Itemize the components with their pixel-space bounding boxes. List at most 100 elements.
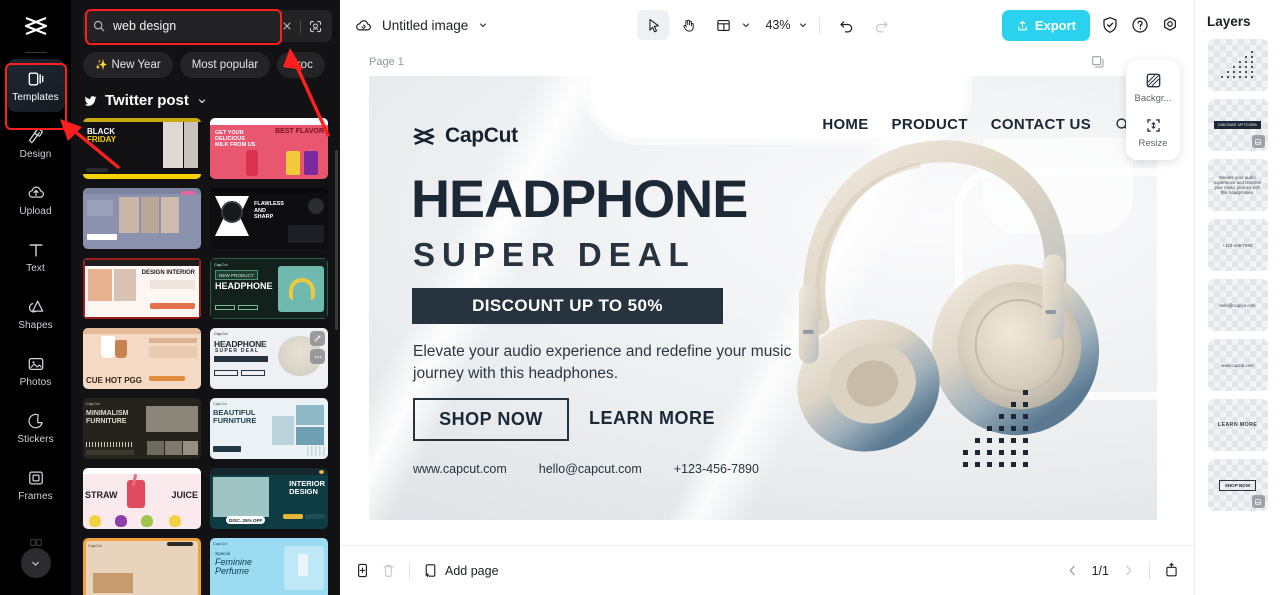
template-card[interactable]: CapCut BEAUTIFUL FURNITURE — [210, 398, 328, 459]
template-card[interactable]: INTERIOR DESIGN DISC. 25% OFF — [210, 468, 328, 529]
close-icon — [283, 22, 291, 30]
layer-dots-pattern[interactable] — [1207, 39, 1268, 91]
design-icon — [28, 127, 43, 143]
visual-search-button[interactable] — [308, 19, 323, 34]
category-header[interactable]: Twitter post — [71, 78, 340, 118]
cloud-sync-icon — [356, 19, 371, 30]
template-card[interactable]: FLAWLESS AND SHARP — [210, 188, 328, 249]
template-card[interactable]: BEST FLAVOR GET YOUR DELICIOUS MILK FROM U… — [210, 118, 328, 179]
sidebar-item-design[interactable]: Design — [7, 116, 65, 169]
undo-button[interactable] — [830, 10, 862, 40]
bottombar-right: 1/1 — [1065, 562, 1180, 579]
layer-website-text[interactable]: www.capcut.com — [1207, 339, 1268, 391]
chip-most-popular[interactable]: Most popular — [179, 52, 271, 78]
bottombar-left: Add page — [354, 562, 499, 579]
export-button[interactable]: Export — [1001, 9, 1090, 41]
design-brand[interactable]: CapCut — [411, 124, 518, 148]
design-discount-text: DISCOUNT UP TO 50% — [472, 296, 663, 315]
gear-icon — [1164, 17, 1176, 31]
sidebar-item-stickers[interactable]: Stickers — [7, 401, 65, 454]
ai-edit-button[interactable] — [310, 331, 325, 346]
collapse-panel-button[interactable] — [1163, 562, 1180, 579]
background-button[interactable]: Backgr... — [1126, 68, 1180, 107]
next-page-button[interactable] — [1121, 563, 1136, 578]
shield-button[interactable] — [1100, 15, 1120, 35]
layer-text: LEARN MORE — [1217, 422, 1258, 428]
layer-shop-now[interactable]: SHOP NOW — [1207, 459, 1268, 511]
layer-description-text[interactable]: Elevate your audio experience and redefi… — [1207, 159, 1268, 211]
template-card[interactable]: STRAW JUICE — [83, 468, 201, 529]
rail-divider — [24, 52, 47, 53]
template-card[interactable]: CapCut NEW PRODUCT HEADPHONE — [210, 258, 328, 319]
resize-button[interactable]: Resize — [1126, 113, 1180, 152]
layer-learn-more[interactable]: LEARN MORE — [1207, 399, 1268, 451]
layer-image-badge[interactable] — [1251, 495, 1265, 508]
duplicate-page-button[interactable] — [354, 562, 371, 579]
template-card[interactable]: CapCut HEADPHONE SUPER DEAL — [210, 328, 328, 389]
hand-tool-button[interactable] — [672, 10, 704, 40]
layout-icon — [716, 19, 730, 31]
prev-page-button[interactable] — [1065, 563, 1080, 578]
template-card[interactable]: DESIGN INTERIOR — [83, 258, 201, 319]
chevron-down-icon — [743, 23, 749, 27]
sidebar-item-label: Stickers — [17, 433, 54, 445]
template-card[interactable] — [83, 188, 201, 249]
sidebar-item-frames[interactable]: Frames — [7, 458, 65, 511]
sidebar-item-shapes[interactable]: Shapes — [7, 287, 65, 340]
layers-panel: Layers DISCOUNT UP TO 50% Elevate your a… — [1194, 0, 1280, 595]
settings-button[interactable] — [1160, 15, 1180, 35]
rail-expand-button[interactable] — [20, 548, 51, 578]
search-input[interactable] — [113, 19, 274, 33]
sidebar-item-templates[interactable]: Templates — [6, 59, 65, 112]
sidebar-item-upload[interactable]: Upload — [7, 173, 65, 226]
capcut-logo[interactable] — [0, 0, 71, 52]
select-tool-button[interactable] — [637, 10, 669, 40]
chevron-down-icon — [480, 23, 487, 27]
template-card[interactable]: CapCut — [83, 538, 201, 595]
chip-products[interactable]: Proc — [277, 52, 325, 78]
design-learn-more-button[interactable]: LEARN MORE — [589, 408, 715, 429]
layer-email-text[interactable]: hello@capcut.com — [1207, 279, 1268, 331]
design-nav-contact[interactable]: CONTACT US — [991, 116, 1091, 133]
layout-tool-button[interactable] — [707, 10, 739, 40]
add-page-button[interactable]: Add page — [422, 562, 499, 579]
layer-discount-banner[interactable]: DISCOUNT UP TO 50% — [1207, 99, 1268, 151]
artboard[interactable]: CapCut HOME PRODUCT CONTACT US HEADPHONE… — [369, 76, 1157, 520]
layer-text: Elevate your audio experience and redefi… — [1213, 175, 1262, 195]
design-nav-product[interactable]: PRODUCT — [892, 116, 968, 133]
layout-tool-group[interactable] — [707, 10, 752, 40]
more-options-button[interactable] — [310, 349, 325, 364]
sidebar-item-text[interactable]: Text — [7, 230, 65, 283]
template-card[interactable]: BLACK FRIDAY — [83, 118, 201, 179]
chip-new-year[interactable]: ✨ New Year — [83, 52, 173, 78]
headphones-image[interactable] — [781, 134, 1099, 474]
templates-icon — [28, 71, 43, 86]
zoom-control[interactable]: 43% — [763, 18, 809, 32]
document-title[interactable]: Untitled image — [354, 16, 489, 35]
layer-image-badge[interactable] — [1251, 135, 1265, 148]
design-shop-now-button[interactable]: SHOP NOW — [413, 398, 569, 441]
duplicate-page-button[interactable] — [1090, 54, 1106, 75]
layer-phone-text[interactable]: +123-456-7890 — [1207, 219, 1268, 271]
design-description[interactable]: Elevate your audio experience and redefi… — [413, 341, 813, 385]
delete-page-button[interactable] — [380, 562, 397, 579]
design-email[interactable]: hello@capcut.com — [539, 462, 642, 476]
template-card[interactable]: CUE HOT PGG — [83, 328, 201, 389]
template-card[interactable]: CapCut MINIMALISM FURNITURE — [83, 398, 201, 459]
clear-search-button[interactable] — [281, 20, 293, 32]
panel-scrollbar[interactable] — [335, 150, 338, 330]
template-card[interactable]: CapCut Special Feminine Perfume — [210, 538, 328, 595]
sidebar-item-label: Templates — [12, 91, 59, 103]
dots-pattern[interactable] — [957, 390, 1035, 478]
design-phone[interactable]: +123-456-7890 — [674, 462, 759, 476]
help-button[interactable] — [1130, 15, 1150, 35]
design-website[interactable]: www.capcut.com — [413, 462, 507, 476]
design-headline[interactable]: HEADPHONE — [411, 173, 748, 226]
sidebar-item-photos[interactable]: Photos — [7, 344, 65, 397]
design-nav-home[interactable]: HOME — [822, 116, 868, 133]
canvas-area[interactable]: Page 1 CapCut HOME PRODUCT CONTACT US HE… — [340, 50, 1194, 545]
redo-button[interactable] — [865, 10, 897, 40]
design-discount-banner[interactable]: DISCOUNT UP TO 50% — [412, 288, 723, 324]
design-subheadline[interactable]: SUPER DEAL — [413, 236, 696, 274]
search-box[interactable] — [83, 10, 332, 42]
